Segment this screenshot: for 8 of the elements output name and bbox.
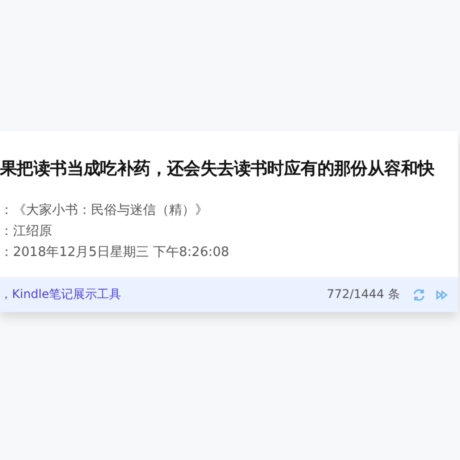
quote-text: 果把读书当成吃补药，还会失去读书时应有的那份从容和快 (0, 158, 436, 181)
note-count: 772/1444 条 (326, 286, 400, 303)
refresh-icon[interactable] (412, 288, 426, 302)
meta-line: ：2018年12月5日星期三 下午8:26:08 (0, 244, 230, 262)
fast-forward-icon[interactable] (436, 290, 448, 300)
footer-link[interactable]: ，Kindle笔记展示工具 (0, 286, 327, 303)
meta-line: ：《大家小书：民俗与迷信（精）》 (0, 202, 209, 220)
meta-line: ：江绍原 (0, 223, 53, 241)
